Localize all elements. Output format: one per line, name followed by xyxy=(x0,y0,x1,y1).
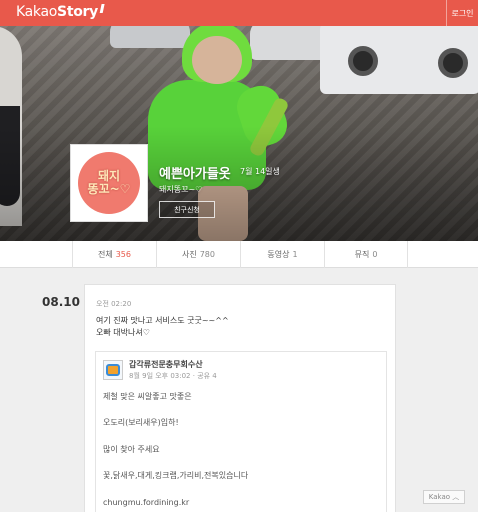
profile-avatar[interactable]: 돼지 똥꼬~♡ xyxy=(70,144,148,222)
tab-videos[interactable]: 동영상 1 xyxy=(240,241,324,268)
profile-tabs: 전체 356 사진 780 동영상 1 뮤직 0 xyxy=(0,241,478,268)
tab-label: 동영상 xyxy=(267,250,290,259)
tab-count: 780 xyxy=(199,250,215,259)
shared-author[interactable]: 갑각류전문충무회수산 xyxy=(129,359,203,370)
login-button[interactable]: 로그인 xyxy=(446,0,478,26)
shared-post[interactable]: 갑각류전문충무회수산 8월 9일 오후 03:02 · 공유 4 제철 맞은 씨… xyxy=(95,351,387,512)
profile-status: 돼지똥꼬~♡ xyxy=(159,185,203,194)
tab-label: 전체 xyxy=(97,250,113,259)
tab-label: 사진 xyxy=(181,250,197,259)
tab-count: 1 xyxy=(292,250,298,259)
car-wheel xyxy=(438,48,468,78)
top-bar: KakaoStory 로그인 xyxy=(0,0,478,26)
feed-date: 08.10 xyxy=(42,295,80,309)
shared-meta: 8월 9일 오후 03:02 · 공유 4 xyxy=(129,372,217,380)
shared-avatar[interactable] xyxy=(103,360,123,380)
tab-count: 0 xyxy=(372,250,378,259)
avatar-text-line2: 똥꼬~♡ xyxy=(87,182,131,196)
profile-name[interactable]: 예쁜아가들옷 xyxy=(159,163,231,182)
shared-avatar-icon xyxy=(106,364,120,376)
tab-count: 356 xyxy=(115,250,131,259)
tab-label: 뮤직 xyxy=(354,250,370,259)
kakao-footer-button[interactable]: Kakao ︿ xyxy=(423,490,465,504)
logo-text-regular: Kakao xyxy=(16,4,58,20)
avatar-logo: 돼지 똥꼬~♡ xyxy=(78,152,140,214)
logo-text-bold: Story xyxy=(57,4,98,20)
post-card: 오전 02:20 여기 진짜 맛나고 서비스도 굿굿~~^^ 오빠 대박나셔♡ … xyxy=(84,284,396,512)
profile-birthday: 7월 14일생 xyxy=(240,167,280,176)
shared-body: 제철 맞은 씨알좋고 맛좋은 오도리(보리새우)입하! 많이 찾아 주세요 꽃,… xyxy=(103,392,249,507)
post-text: 여기 진짜 맛나고 서비스도 굿굿~~^^ 오빠 대박나셔♡ xyxy=(96,316,229,337)
friend-request-button[interactable]: 친구신청 xyxy=(159,201,215,218)
tab-photos[interactable]: 사진 780 xyxy=(156,241,240,268)
logo-tick-icon xyxy=(99,4,105,13)
cover-car xyxy=(320,26,478,94)
tab-music[interactable]: 뮤직 0 xyxy=(324,241,408,268)
kakaostory-logo[interactable]: KakaoStory xyxy=(16,4,105,20)
tab-all[interactable]: 전체 356 xyxy=(72,241,156,268)
cover-child-face xyxy=(192,36,242,84)
car-wheel xyxy=(348,46,378,76)
cover-car xyxy=(110,26,190,48)
post-time[interactable]: 오전 02:20 xyxy=(96,299,131,309)
